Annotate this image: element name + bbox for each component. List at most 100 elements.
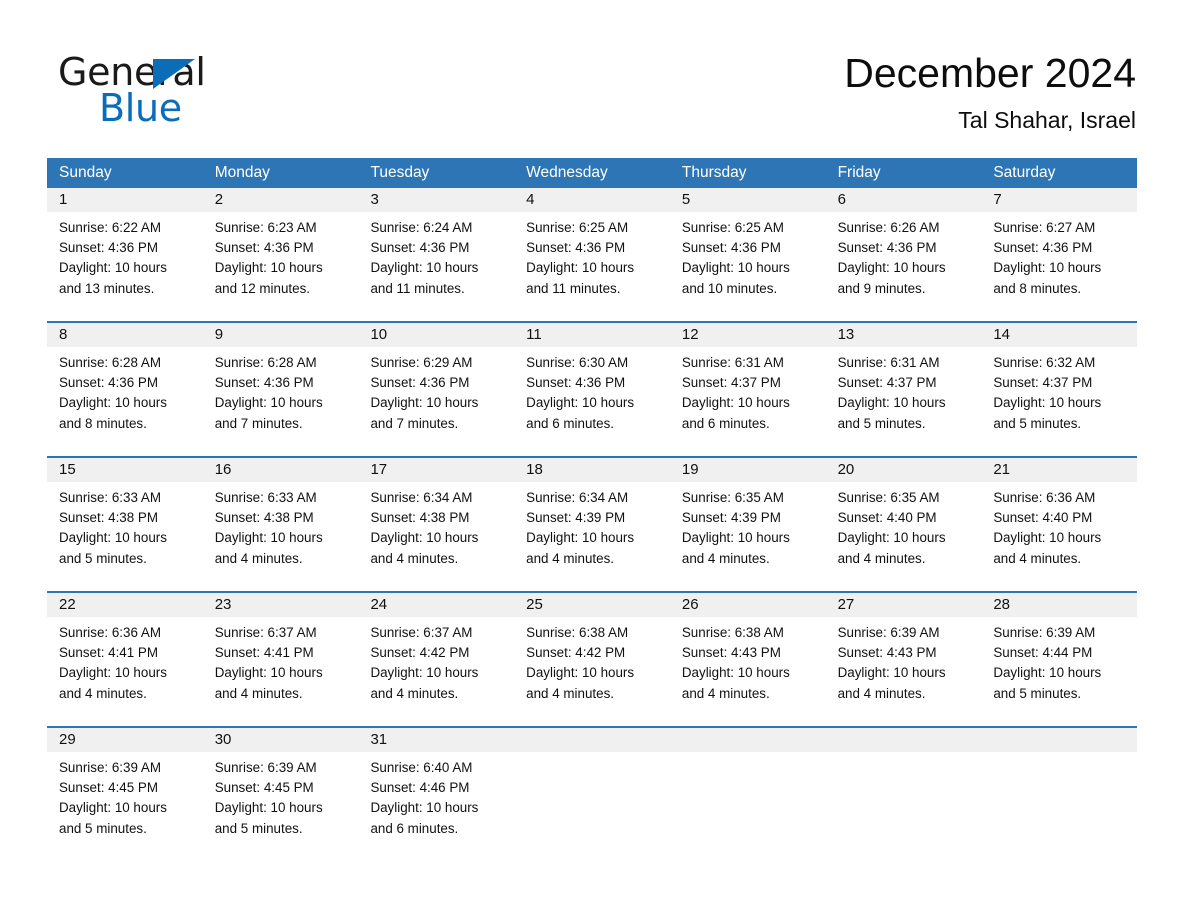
day-details: Sunrise: 6:34 AM Sunset: 4:39 PM Daylight:… <box>514 482 670 569</box>
day-cell[interactable]: 6 Sunrise: 6:26 AM Sunset: 4:36 PM Daylight… <box>825 188 982 321</box>
day-cell[interactable]: 1 Sunrise: 6:22 AM Sunset: 4:36 PM Daylight… <box>47 188 203 321</box>
day-daylight1-text: Daylight: 10 hours <box>837 530 946 546</box>
day-sunset-text: Sunset: 4:38 PM <box>214 510 314 526</box>
day-cell[interactable]: 23 Sunrise: 6:37 AM Sunset: 4:41 PM Dayligh… <box>202 593 359 726</box>
day-cell-empty <box>981 728 1138 861</box>
day-daylight1-text: Daylight: 10 hours <box>681 530 790 546</box>
day-number: 7 <box>981 188 1138 212</box>
generalblue-logo[interactable]: General Blue <box>58 52 358 132</box>
day-daylight1-text: Daylight: 10 hours <box>681 665 790 681</box>
day-daylight2-text: and 8 minutes. <box>993 280 1082 296</box>
day-sunrise-text: Sunrise: 6:23 AM <box>214 220 317 235</box>
day-cell[interactable]: 7 Sunrise: 6:27 AM Sunset: 4:36 PM Daylight… <box>981 188 1138 321</box>
day-sunset-text: Sunset: 4:37 PM <box>993 375 1093 391</box>
day-cell[interactable]: 12 Sunrise: 6:31 AM Sunset: 4:37 PM Dayligh… <box>669 323 826 456</box>
day-cell[interactable]: 2 Sunrise: 6:23 AM Sunset: 4:36 PM Daylight… <box>202 188 359 321</box>
day-daylight1-text: Daylight: 10 hours <box>526 395 635 411</box>
day-daylight2-text: and 11 minutes. <box>526 280 621 296</box>
day-cell[interactable]: 29 Sunrise: 6:39 AM Sunset: 4:45 PM Dayligh… <box>47 728 203 861</box>
day-cell[interactable]: 27 Sunrise: 6:39 AM Sunset: 4:43 PM Dayligh… <box>825 593 982 726</box>
day-cell[interactable]: 8 Sunrise: 6:28 AM Sunset: 4:36 PM Daylight… <box>47 323 203 456</box>
day-cell[interactable]: 3 Sunrise: 6:24 AM Sunset: 4:36 PM Daylight… <box>358 188 515 321</box>
day-cell-empty <box>514 728 670 861</box>
day-daylight1-text: Daylight: 10 hours <box>370 260 479 276</box>
day-sunrise-text: Sunrise: 6:35 AM <box>681 490 784 505</box>
logo-text-blue: Blue <box>99 86 182 130</box>
day-daylight2-text: and 4 minutes. <box>214 550 303 566</box>
day-details: Sunrise: 6:35 AM Sunset: 4:39 PM Daylight:… <box>670 482 826 569</box>
day-cell[interactable]: 24 Sunrise: 6:37 AM Sunset: 4:42 PM Dayligh… <box>358 593 515 726</box>
day-daylight1-text: Daylight: 10 hours <box>370 665 479 681</box>
day-number: 24 <box>358 593 515 617</box>
day-details <box>826 752 982 758</box>
day-daylight1-text: Daylight: 10 hours <box>214 530 323 546</box>
weekday-header-wednesday: Wednesday <box>526 164 608 181</box>
day-daylight1-text: Daylight: 10 hours <box>837 260 946 276</box>
day-sunset-text: Sunset: 4:41 PM <box>214 645 314 661</box>
day-sunset-text: Sunset: 4:38 PM <box>59 510 158 526</box>
day-cell[interactable]: 18 Sunrise: 6:34 AM Sunset: 4:39 PM Dayligh… <box>514 458 670 591</box>
day-cell[interactable]: 5 Sunrise: 6:25 AM Sunset: 4:36 PM Daylight… <box>669 188 826 321</box>
day-cell[interactable]: 11 Sunrise: 6:30 AM Sunset: 4:36 PM Dayligh… <box>514 323 670 456</box>
day-cell[interactable]: 9 Sunrise: 6:28 AM Sunset: 4:36 PM Daylight… <box>202 323 359 456</box>
day-cell[interactable]: 20 Sunrise: 6:35 AM Sunset: 4:40 PM Dayligh… <box>825 458 982 591</box>
day-number: 28 <box>981 593 1138 617</box>
day-cell[interactable]: 13 Sunrise: 6:31 AM Sunset: 4:37 PM Dayligh… <box>825 323 982 456</box>
weekday-header-tuesday: Tuesday <box>370 164 430 181</box>
day-sunset-text: Sunset: 4:42 PM <box>526 645 626 661</box>
day-daylight1-text: Daylight: 10 hours <box>993 665 1102 681</box>
day-cell[interactable]: 10 Sunrise: 6:29 AM Sunset: 4:36 PM Dayligh… <box>358 323 515 456</box>
day-daylight1-text: Daylight: 10 hours <box>59 260 167 276</box>
day-sunset-text: Sunset: 4:37 PM <box>681 375 781 391</box>
day-cell[interactable]: 14 Sunrise: 6:32 AM Sunset: 4:37 PM Dayligh… <box>981 323 1138 456</box>
day-details: Sunrise: 6:33 AM Sunset: 4:38 PM Daylight:… <box>47 482 203 569</box>
day-number: 4 <box>514 188 670 212</box>
day-daylight2-text: and 12 minutes. <box>214 280 311 296</box>
day-daylight2-text: and 9 minutes. <box>837 280 926 296</box>
day-daylight2-text: and 5 minutes. <box>59 820 147 836</box>
day-sunrise-text: Sunrise: 6:39 AM <box>214 760 317 775</box>
day-cell[interactable]: 30 Sunrise: 6:39 AM Sunset: 4:45 PM Dayligh… <box>202 728 359 861</box>
week-row: 29 Sunrise: 6:39 AM Sunset: 4:45 PM Dayligh… <box>47 726 1138 861</box>
day-details: Sunrise: 6:34 AM Sunset: 4:38 PM Daylight:… <box>358 482 514 569</box>
day-details: Sunrise: 6:36 AM Sunset: 4:40 PM Daylight:… <box>981 482 1137 569</box>
day-cell[interactable]: 19 Sunrise: 6:35 AM Sunset: 4:39 PM Dayligh… <box>669 458 826 591</box>
day-daylight1-text: Daylight: 10 hours <box>526 665 635 681</box>
day-cell[interactable]: 31 Sunrise: 6:40 AM Sunset: 4:46 PM Dayligh… <box>358 728 515 861</box>
day-sunrise-text: Sunrise: 6:31 AM <box>837 355 940 370</box>
day-cell[interactable]: 25 Sunrise: 6:38 AM Sunset: 4:42 PM Dayligh… <box>514 593 670 726</box>
day-sunrise-text: Sunrise: 6:34 AM <box>526 490 629 505</box>
day-number: 27 <box>825 593 982 617</box>
day-cell[interactable]: 22 Sunrise: 6:36 AM Sunset: 4:41 PM Dayligh… <box>47 593 203 726</box>
day-cell[interactable]: 16 Sunrise: 6:33 AM Sunset: 4:38 PM Dayligh… <box>202 458 359 591</box>
day-sunset-text: Sunset: 4:36 PM <box>526 375 626 391</box>
day-cell[interactable]: 26 Sunrise: 6:38 AM Sunset: 4:43 PM Dayligh… <box>669 593 826 726</box>
day-details: Sunrise: 6:36 AM Sunset: 4:41 PM Daylight:… <box>47 617 203 704</box>
day-cell-empty <box>669 728 826 861</box>
day-details: Sunrise: 6:31 AM Sunset: 4:37 PM Daylight:… <box>670 347 826 434</box>
day-sunset-text: Sunset: 4:39 PM <box>681 510 781 526</box>
day-number: 31 <box>358 728 515 752</box>
day-number: 18 <box>514 458 670 482</box>
day-number: 10 <box>358 323 515 347</box>
day-details: Sunrise: 6:27 AM Sunset: 4:36 PM Daylight:… <box>981 212 1137 299</box>
day-details: Sunrise: 6:25 AM Sunset: 4:36 PM Daylight:… <box>514 212 670 299</box>
day-details: Sunrise: 6:39 AM Sunset: 4:45 PM Daylight:… <box>47 752 203 839</box>
day-cell[interactable]: 15 Sunrise: 6:33 AM Sunset: 4:38 PM Dayligh… <box>47 458 203 591</box>
day-details: Sunrise: 6:37 AM Sunset: 4:41 PM Daylight:… <box>203 617 359 704</box>
day-daylight1-text: Daylight: 10 hours <box>993 395 1102 411</box>
day-cell[interactable]: 4 Sunrise: 6:25 AM Sunset: 4:36 PM Daylight… <box>514 188 670 321</box>
day-cell[interactable]: 17 Sunrise: 6:34 AM Sunset: 4:38 PM Dayligh… <box>358 458 515 591</box>
day-number: 22 <box>47 593 203 617</box>
day-number <box>825 728 982 752</box>
day-daylight2-text: and 4 minutes. <box>837 550 926 566</box>
day-cell[interactable]: 28 Sunrise: 6:39 AM Sunset: 4:44 PM Dayligh… <box>981 593 1138 726</box>
day-sunset-text: Sunset: 4:44 PM <box>993 645 1093 661</box>
day-sunset-text: Sunset: 4:43 PM <box>837 645 937 661</box>
day-daylight2-text: and 4 minutes. <box>681 550 770 566</box>
day-number: 8 <box>47 323 203 347</box>
day-sunset-text: Sunset: 4:45 PM <box>59 780 158 796</box>
day-daylight2-text: and 4 minutes. <box>370 685 459 701</box>
day-cell[interactable]: 21 Sunrise: 6:36 AM Sunset: 4:40 PM Dayligh… <box>981 458 1138 591</box>
day-daylight1-text: Daylight: 10 hours <box>526 260 635 276</box>
